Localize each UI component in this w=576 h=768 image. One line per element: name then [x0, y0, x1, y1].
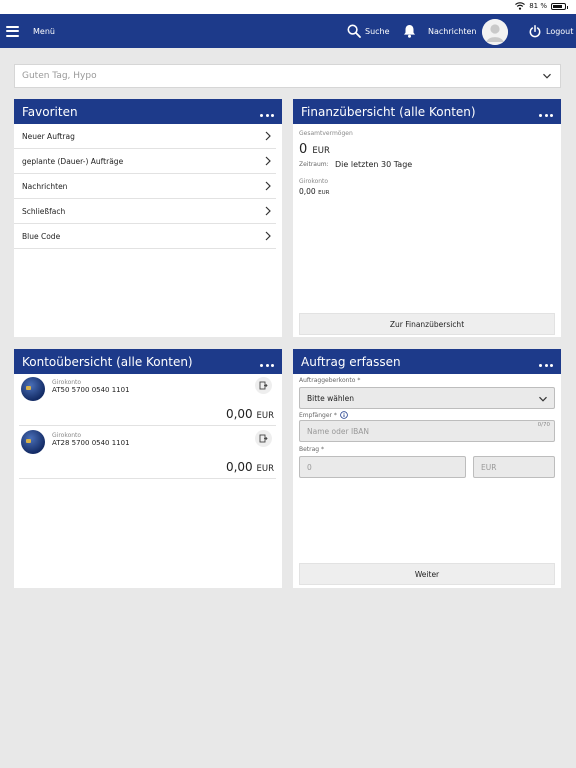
finance-overview-card: Finanzübersicht (alle Konten) Gesamtverm…	[293, 99, 561, 337]
wifi-icon	[515, 2, 526, 10]
messages-label: Nachrichten	[428, 26, 477, 36]
account-balance-amount: 0,00	[225, 407, 253, 421]
account-card-icon	[21, 377, 45, 401]
period-label: Zeitraum:	[299, 161, 329, 168]
account-type: Girokonto	[52, 379, 82, 386]
power-icon	[529, 24, 541, 37]
order-title: Auftrag erfassen	[301, 354, 401, 369]
recipient-input[interactable]: Name oder IBAN 0/70	[299, 420, 555, 442]
greeting-dropdown[interactable]: Guten Tag, Hypo	[14, 64, 561, 88]
messages-button[interactable]: Nachrichten	[403, 14, 476, 48]
currency-input[interactable]: EUR	[473, 456, 555, 478]
payer-account-value: Bitte wählen	[307, 393, 355, 403]
recipient-label-row: Empfänger *	[299, 411, 348, 419]
favorites-card: Favoriten Neuer Auftrag geplante (Dauer-…	[14, 99, 282, 337]
menu-button[interactable]: Menü	[6, 14, 55, 48]
to-finance-overview-button[interactable]: Zur Finanzübersicht	[299, 313, 555, 335]
checking-account-value: 0,00 EUR	[299, 187, 329, 196]
favorite-item-label: Blue Code	[22, 231, 61, 241]
menu-label: Menü	[33, 26, 55, 36]
favorite-item-label: Nachrichten	[22, 181, 68, 191]
payer-account-label: Auftraggeberkonto *	[299, 377, 361, 384]
logout-label: Logout	[546, 26, 574, 36]
finance-more-icon[interactable]	[539, 114, 553, 117]
favorites-title: Favoriten	[22, 104, 78, 119]
favorite-item-new-order[interactable]: Neuer Auftrag	[14, 124, 276, 149]
favorite-item-safe-deposit[interactable]: Schließfach	[14, 199, 276, 224]
accounts-more-icon[interactable]	[260, 364, 274, 367]
transfer-icon[interactable]	[255, 377, 272, 394]
account-iban: AT50 5700 0540 1101	[52, 386, 130, 394]
greeting-text: Guten Tag, Hypo	[22, 71, 97, 81]
account-iban: AT28 5700 0540 1101	[52, 439, 130, 447]
transfer-icon[interactable]	[255, 430, 272, 447]
status-bar: 81 %	[0, 0, 576, 14]
account-card-icon	[21, 430, 45, 454]
favorites-more-icon[interactable]	[260, 114, 274, 117]
user-silhouette-icon	[482, 19, 508, 45]
chevron-right-icon	[265, 181, 271, 191]
checking-account-unit: EUR	[318, 190, 330, 196]
avatar[interactable]	[482, 19, 508, 45]
account-type: Girokonto	[52, 432, 82, 439]
amount-placeholder: 0	[307, 462, 312, 472]
search-icon	[347, 24, 361, 38]
chevron-right-icon	[265, 231, 271, 241]
favorite-item-scheduled-orders[interactable]: geplante (Dauer-) Aufträge	[14, 149, 276, 174]
recipient-label: Empfänger *	[299, 411, 337, 419]
account-balance-unit: EUR	[256, 464, 275, 474]
order-more-icon[interactable]	[539, 364, 553, 367]
total-assets-label: Gesamtvermögen	[299, 130, 353, 137]
hamburger-icon	[6, 25, 19, 37]
amount-input[interactable]: 0	[299, 456, 466, 478]
payer-account-select[interactable]: Bitte wählen	[299, 387, 555, 409]
search-label: Suche	[365, 26, 390, 36]
account-row[interactable]: Girokonto AT28 5700 0540 1101 0,00 EUR	[19, 427, 276, 479]
logout-button[interactable]: Logout	[529, 14, 573, 48]
checking-account-amount: 0,00	[299, 187, 316, 196]
continue-button[interactable]: Weiter	[299, 563, 555, 585]
favorite-item-label: Neuer Auftrag	[22, 131, 75, 141]
recipient-placeholder: Name oder IBAN	[307, 426, 370, 436]
battery-percent: 81 %	[529, 2, 547, 10]
favorite-item-blue-code[interactable]: Blue Code	[14, 224, 276, 249]
account-balance-unit: EUR	[256, 411, 275, 421]
amount-label: Betrag *	[299, 446, 325, 453]
total-assets-unit: EUR	[312, 146, 330, 156]
favorite-item-label: Schließfach	[22, 206, 66, 216]
period-value: Die letzten 30 Tage	[335, 160, 413, 169]
currency-placeholder: EUR	[481, 462, 497, 472]
accounts-overview-card: Kontoübersicht (alle Konten) Girokonto A…	[14, 349, 282, 588]
account-balance: 0,00 EUR	[226, 407, 274, 421]
favorite-item-messages[interactable]: Nachrichten	[14, 174, 276, 199]
favorite-item-label: geplante (Dauer-) Aufträge	[22, 156, 124, 166]
chevron-down-icon	[543, 73, 551, 79]
total-assets-value: 0 EUR	[299, 138, 330, 157]
search-button[interactable]: Suche	[347, 14, 390, 48]
total-assets-amount: 0	[299, 142, 308, 157]
account-balance-amount: 0,00	[225, 460, 253, 474]
checking-account-label: Girokonto	[299, 178, 329, 185]
accounts-title: Kontoübersicht (alle Konten)	[22, 354, 193, 369]
recipient-char-counter: 0/70	[537, 422, 550, 428]
chevron-right-icon	[265, 131, 271, 141]
account-row[interactable]: Girokonto AT50 5700 0540 1101 0,00 EUR	[19, 374, 276, 426]
bell-icon	[404, 25, 415, 38]
info-icon[interactable]	[340, 411, 348, 419]
finance-title: Finanzübersicht (alle Konten)	[301, 104, 476, 119]
battery-icon	[551, 2, 568, 10]
account-balance: 0,00 EUR	[226, 460, 274, 474]
create-order-card: Auftrag erfassen Auftraggeberkonto * Bit…	[293, 349, 561, 588]
chevron-right-icon	[265, 206, 271, 216]
chevron-down-icon	[539, 396, 547, 402]
chevron-right-icon	[265, 156, 271, 166]
